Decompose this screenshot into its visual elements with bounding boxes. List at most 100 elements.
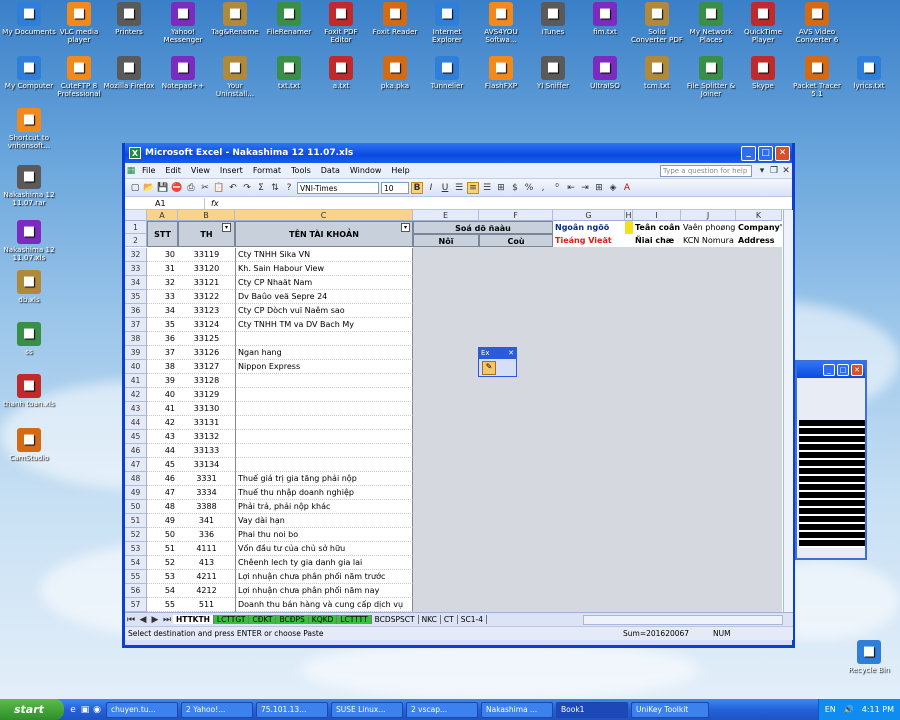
cell-stt[interactable]: 55 <box>147 598 178 612</box>
column-header[interactable]: I <box>633 210 681 221</box>
row-header[interactable]: 34 <box>125 276 147 290</box>
cell-stt[interactable]: 32 <box>147 276 178 290</box>
row-header[interactable]: 32 <box>125 248 147 262</box>
row-header[interactable]: 46 <box>125 444 147 458</box>
row-header[interactable]: 33 <box>125 262 147 276</box>
maximize-button[interactable]: □ <box>758 145 773 161</box>
cell-stt[interactable]: 40 <box>147 388 178 402</box>
cell-ten-tai-khoan[interactable] <box>235 388 413 402</box>
borders-icon[interactable]: ⊞ <box>593 182 605 194</box>
cell-ten-tai-khoan[interactable] <box>235 374 413 388</box>
column-header[interactable]: C <box>235 210 413 221</box>
cell-th[interactable]: 33128 <box>178 374 235 388</box>
cell-ten-tai-khoan[interactable]: Chêenh lech ty gia danh gia lai <box>235 556 413 570</box>
cell-stt[interactable]: 49 <box>147 514 178 528</box>
sheet-tab[interactable]: SC1-4 <box>458 615 487 624</box>
desktop-icon[interactable]: ■ ss <box>2 322 56 356</box>
help-search-input[interactable]: Type a question for help <box>660 164 752 177</box>
decrease-indent-icon[interactable]: ⇤ <box>565 182 577 194</box>
desktop-icon[interactable]: ■ QuickTime Player <box>736 2 790 44</box>
taskbar-button[interactable]: chuyen.tu... <box>106 701 178 718</box>
open-icon[interactable]: 📂 <box>143 182 155 194</box>
row-header[interactable]: 2 <box>125 234 147 247</box>
cell-ten-tai-khoan[interactable]: Kh. Sain Habour View <box>235 262 413 276</box>
desktop-icon[interactable]: ■ Tunnelier <box>420 56 474 90</box>
align-left-icon[interactable]: ☰ <box>453 182 465 194</box>
undo-icon[interactable]: ↶ <box>227 182 239 194</box>
cell-th[interactable]: 33133 <box>178 444 235 458</box>
row-header[interactable]: 41 <box>125 374 147 388</box>
row-header[interactable]: 35 <box>125 290 147 304</box>
cell-stt[interactable]: 36 <box>147 332 178 346</box>
row-header[interactable]: 37 <box>125 318 147 332</box>
clock[interactable]: 4:11 PM <box>862 705 894 714</box>
cell-th[interactable]: 33134 <box>178 458 235 472</box>
menu-item[interactable]: File <box>137 166 160 175</box>
desktop-icon[interactable]: ■ Recycle Bin <box>842 640 896 674</box>
sheet-tab[interactable]: LCTTGT <box>213 615 250 624</box>
comma-icon[interactable]: , <box>537 182 549 194</box>
desktop-icon[interactable]: ■ CamStudio <box>2 428 56 462</box>
desktop-icon[interactable]: ■ AVS4YOU Softwa... <box>474 2 528 44</box>
language-indicator[interactable]: EN <box>825 705 836 714</box>
cut-icon[interactable]: ✂ <box>199 182 211 194</box>
start-button[interactable]: start <box>0 699 64 720</box>
cell-th[interactable]: 33120 <box>178 262 235 276</box>
row-header[interactable]: 44 <box>125 416 147 430</box>
cell-th[interactable]: 33130 <box>178 402 235 416</box>
taskbar-button[interactable]: 75.101.13... <box>256 701 328 718</box>
row-header[interactable]: 47 <box>125 458 147 472</box>
desktop-icon[interactable]: ■ FlashFXP <box>474 56 528 90</box>
cell-stt[interactable]: 44 <box>147 444 178 458</box>
cell-th[interactable]: 3388 <box>178 500 235 514</box>
bold-button[interactable]: B <box>411 181 423 194</box>
cell-stt[interactable]: 38 <box>147 360 178 374</box>
increase-indent-icon[interactable]: ⇥ <box>579 182 591 194</box>
cell-ten-tai-khoan[interactable]: Doanh thu bán hàng và cung cấp dịch vụ <box>235 598 413 612</box>
row-header[interactable]: 50 <box>125 500 147 514</box>
next-sheet-icon[interactable]: ▶ <box>149 614 161 626</box>
help-icon[interactable]: ? <box>283 182 295 194</box>
cell-ten-tai-khoan[interactable]: Cty TNHH TM va DV Bach My <box>235 318 413 332</box>
row-header[interactable]: 51 <box>125 514 147 528</box>
row-header[interactable]: 38 <box>125 332 147 346</box>
cell-ten-tai-khoan[interactable] <box>235 430 413 444</box>
cell-stt[interactable]: 31 <box>147 262 178 276</box>
column-header[interactable]: F <box>479 210 553 221</box>
floating-toolbar[interactable]: Ex ✕ ✎ <box>478 347 517 377</box>
taskbar-button[interactable]: UniKey Toolkit <box>631 701 709 718</box>
desktop-icon[interactable]: ■ YI Sniffer <box>526 56 580 90</box>
fx-icon[interactable]: fx <box>211 199 219 208</box>
cell-th[interactable]: 33127 <box>178 360 235 374</box>
background-window[interactable]: _ □ ✕ <box>795 360 867 560</box>
name-box[interactable]: A1 <box>125 197 205 209</box>
bg-minimize-button[interactable]: _ <box>823 364 835 376</box>
desktop-icon[interactable]: ■ VLC media player <box>52 2 106 44</box>
taskbar-button[interactable]: 2 Yahoo!... <box>181 701 253 718</box>
redo-icon[interactable]: ↷ <box>241 182 253 194</box>
taskbar-button[interactable]: Nakashima ... <box>481 701 553 718</box>
cell-stt[interactable]: 42 <box>147 416 178 430</box>
cell-stt[interactable]: 54 <box>147 584 178 598</box>
volume-icon[interactable]: 🔊 <box>844 705 854 714</box>
taskbar-button[interactable]: SUSE Linux... <box>331 701 403 718</box>
sheet-tab[interactable]: CĐKT <box>249 615 277 624</box>
cell-ten-tai-khoan[interactable]: Thuế giá trị gia tăng phải nộp <box>235 472 413 486</box>
desktop-icon[interactable]: ■ My Documents <box>2 2 56 36</box>
cell-th[interactable]: 33125 <box>178 332 235 346</box>
doc-restore-icon[interactable]: ❐ <box>768 165 780 177</box>
cell-ten-tai-khoan[interactable] <box>235 444 413 458</box>
increase-decimal-icon[interactable]: ⁰ <box>551 182 563 194</box>
desktop-icon[interactable]: ■ AVS Video Converter 6 <box>790 2 844 44</box>
excel-title-bar[interactable]: X Microsoft Excel - Nakashima 12 11.07.x… <box>125 143 792 163</box>
desktop-icon[interactable]: ■ Nakashima 12 11.07.xls <box>2 220 56 262</box>
sheet-tab[interactable]: HTTKTH <box>173 615 214 624</box>
font-name-select[interactable]: VNI-Times <box>297 181 379 194</box>
sheet-tab[interactable]: BCĐPS <box>276 615 309 624</box>
desktop-icon[interactable]: ■ lyrics.txt <box>842 56 896 90</box>
cell-th[interactable]: 413 <box>178 556 235 570</box>
row-header[interactable]: 43 <box>125 402 147 416</box>
cell-ten-tai-khoan[interactable]: Vay dài hạn <box>235 514 413 528</box>
cell-ten-tai-khoan[interactable]: Vốn đầu tư của chủ sở hữu <box>235 542 413 556</box>
cell-stt[interactable]: 48 <box>147 500 178 514</box>
